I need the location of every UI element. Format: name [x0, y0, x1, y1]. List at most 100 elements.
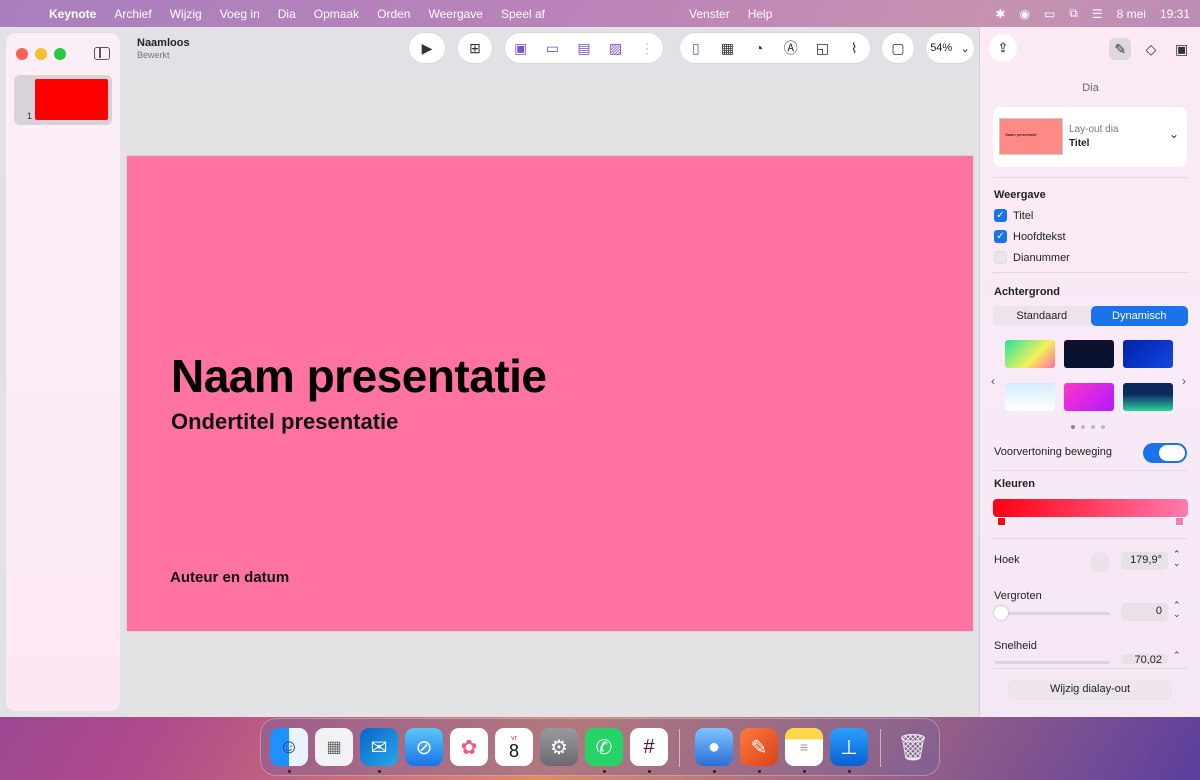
menu-help[interactable]: Help [739, 7, 782, 21]
dock: ☺ ▦ ✉ ⊘ ✿ vr 8 ⚙ ✆ # ● ✎ ≡ ⊥ 🗑 [260, 718, 940, 776]
view-option-body[interactable]: ✓ Hoofdtekst [994, 230, 1066, 243]
format-brush-icon[interactable]: ✎ [1109, 38, 1132, 60]
insert-media-icon[interactable]: ▭ [541, 37, 563, 59]
finder-icon[interactable]: ☺ [270, 728, 308, 766]
menubar-date[interactable]: 8 mei [1117, 7, 1146, 21]
checkbox-slide-number[interactable] [994, 251, 1007, 264]
comment-button[interactable]: ▢ [882, 33, 914, 63]
menu-app-name[interactable]: Keynote [40, 7, 105, 21]
menubar-time[interactable]: 19:31 [1160, 7, 1190, 21]
edit-slide-layout-button[interactable]: Wijzig dialay-out [1008, 680, 1172, 700]
insert-image-icon[interactable]: ▨ [605, 37, 627, 59]
background-swatch-2[interactable] [1064, 340, 1114, 368]
document-status: Bewerkt [137, 50, 170, 60]
document-icon[interactable]: ▣ [1171, 38, 1193, 60]
calendar-day: 8 [508, 740, 519, 761]
scale-field[interactable]: 0 [1121, 603, 1168, 621]
battery-icon[interactable]: ▭ [1044, 7, 1055, 21]
close-window-button[interactable] [16, 48, 28, 60]
background-swatch-6[interactable] [1123, 383, 1173, 411]
chart-icon[interactable]: ◔ [748, 37, 770, 59]
motion-preview-toggle[interactable] [1143, 443, 1187, 463]
insert-layer-icon[interactable]: ▣ [510, 37, 532, 59]
table-icon[interactable]: ▦ [716, 37, 738, 59]
slide-title[interactable]: Naam presentatie [171, 349, 547, 403]
play-button[interactable]: ▶ [409, 33, 445, 63]
slide-layout-selector[interactable]: Naam presentatie Lay-out dia Titel ⌄ [993, 107, 1187, 167]
menu-speel-af[interactable]: Speel af [492, 7, 554, 21]
angle-field[interactable]: 179,9° [1121, 552, 1168, 570]
scale-slider-thumb[interactable] [994, 606, 1008, 620]
text-icon[interactable]: Ⓐ [780, 37, 802, 59]
speed-slider[interactable] [995, 661, 1110, 664]
launchpad-icon[interactable]: ▦ [315, 728, 353, 766]
dock-separator [679, 729, 680, 767]
swatch-page-indicator[interactable] [1071, 425, 1105, 429]
outlook-icon[interactable]: ✉ [360, 728, 398, 766]
background-swatch-3[interactable] [1123, 340, 1173, 368]
add-slide-button[interactable]: ⊞ [458, 33, 492, 63]
slide[interactable]: Naam presentatie Ondertitel presentatie … [127, 156, 973, 631]
slide-author[interactable]: Auteur en datum [170, 569, 289, 586]
text-box-icon[interactable]: ▯ [685, 37, 707, 59]
unknown-app-icon[interactable]: ● [695, 728, 733, 766]
calendar-icon[interactable]: vr 8 [495, 728, 533, 766]
speed-field[interactable]: 70,02 [1121, 654, 1168, 664]
zoom-select[interactable]: 54% ⌄ [926, 33, 974, 63]
scale-slider[interactable] [995, 612, 1110, 615]
sidebar-toggle-icon[interactable] [94, 47, 110, 60]
control-center-icon[interactable]: ☰ [1092, 7, 1103, 21]
chevron-left-icon[interactable]: ‹ [991, 374, 995, 388]
notes-icon[interactable]: ≡ [785, 728, 823, 766]
keynote-icon[interactable]: ⊥ [830, 728, 868, 766]
insert-screen-icon[interactable]: ▤ [573, 37, 595, 59]
grid-icon[interactable]: ⋮ [636, 37, 658, 59]
menu-venster[interactable]: Venster [680, 7, 739, 21]
gradient-stop-start[interactable] [997, 517, 1006, 526]
segment-standard[interactable]: Standaard [993, 306, 1091, 326]
pages-icon[interactable]: ✎ [740, 728, 778, 766]
animate-icon[interactable]: ◇ [1140, 38, 1162, 60]
screen-mirroring-icon[interactable]: ⧉ [1069, 6, 1078, 21]
menu-voeg-in[interactable]: Voeg in [211, 7, 269, 21]
media-attach-icon[interactable]: ⌇ [843, 37, 865, 59]
bluetooth-icon[interactable]: ✱ [995, 7, 1005, 21]
photos-icon[interactable]: ✿ [450, 728, 488, 766]
background-swatch-5[interactable] [1064, 383, 1114, 411]
speed-stepper[interactable]: ⌃ [1173, 651, 1181, 660]
checkbox-body[interactable]: ✓ [994, 230, 1007, 243]
slide-subtitle[interactable]: Ondertitel presentatie [171, 409, 398, 435]
scale-stepper[interactable]: ⌃ ⌄ [1173, 601, 1181, 619]
fullscreen-window-button[interactable] [54, 48, 66, 60]
menu-wijzig[interactable]: Wijzig [161, 7, 211, 21]
share-button[interactable]: ⇪ [989, 34, 1017, 62]
slack-icon[interactable]: # [630, 728, 668, 766]
airdrop-icon[interactable]: ◉ [1019, 7, 1029, 21]
segment-dynamic[interactable]: Dynamisch [1090, 306, 1188, 326]
gradient-stop-end[interactable] [1175, 517, 1184, 526]
view-option-label: Hoofdtekst [1013, 230, 1066, 243]
menu-weergave[interactable]: Weergave [419, 7, 491, 21]
angle-stepper[interactable]: ⌃ ⌄ [1173, 550, 1181, 568]
background-swatch-1[interactable] [1005, 340, 1055, 368]
menu-opmaak[interactable]: Opmaak [305, 7, 368, 21]
minimize-window-button[interactable] [35, 48, 47, 60]
menu-dia[interactable]: Dia [269, 7, 305, 21]
system-settings-icon[interactable]: ⚙ [540, 728, 578, 766]
shape-icon[interactable]: ◱ [811, 37, 833, 59]
safari-icon[interactable]: ⊘ [405, 728, 443, 766]
layout-thumbnail-title: Naam presentatie [1005, 132, 1037, 137]
slide-thumbnail-1[interactable]: 1 [14, 75, 112, 125]
menu-archief[interactable]: Archief [105, 7, 160, 21]
view-option-slide-number[interactable]: Dianummer [994, 251, 1070, 264]
checkbox-title[interactable]: ✓ [994, 209, 1007, 222]
whatsapp-icon[interactable]: ✆ [585, 728, 623, 766]
gradient-color-bar[interactable] [993, 499, 1188, 517]
chevron-right-icon[interactable]: › [1182, 374, 1186, 388]
view-option-title[interactable]: ✓ Titel [994, 209, 1033, 222]
background-swatch-4[interactable] [1005, 383, 1055, 411]
trash-icon[interactable]: 🗑 [894, 728, 932, 766]
menu-orden[interactable]: Orden [368, 7, 419, 21]
document-title[interactable]: Naamloos [137, 37, 190, 49]
angle-dial[interactable] [1090, 552, 1110, 572]
